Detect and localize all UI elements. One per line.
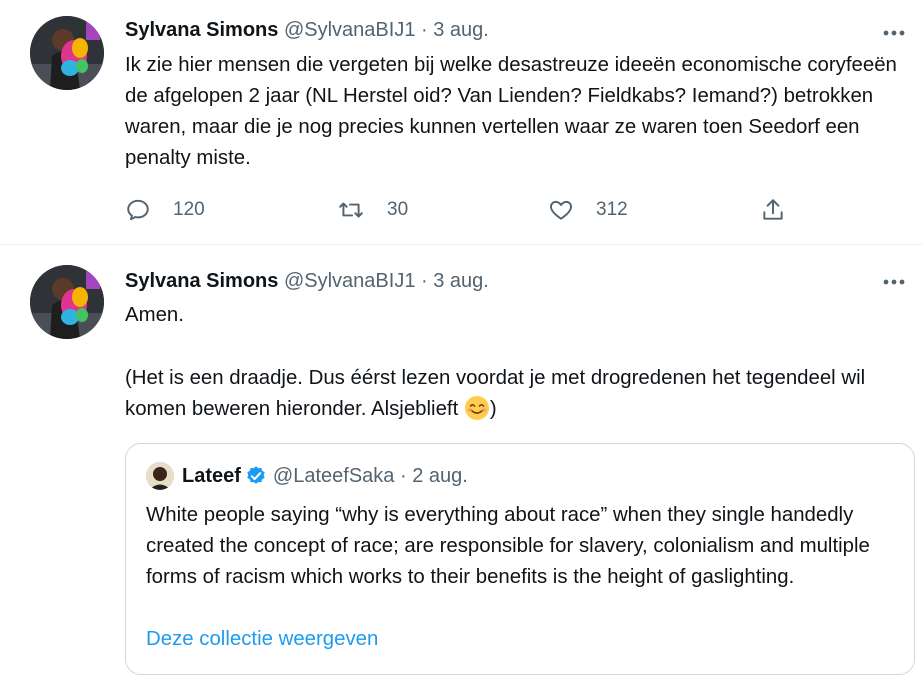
share-icon: [763, 199, 783, 220]
show-collection-link[interactable]: Deze collectie weergeven: [146, 628, 378, 651]
like-button[interactable]: 312: [548, 192, 628, 228]
tweet-text: (Het is een draadje. Dus éérst lezen voo…: [125, 363, 915, 425]
quoted-tweet-header: Lateef @LateefSaka · 2 aug.: [146, 462, 468, 490]
separator: ·: [399, 465, 407, 487]
tweet-header: Sylvana Simons @SylvanaBIJ1 · 3 aug.: [125, 16, 873, 44]
retweet-icon: [339, 202, 363, 218]
more-dots-icon[interactable]: [879, 267, 909, 297]
heart-icon: [550, 200, 572, 220]
author-name: Lateef: [182, 465, 241, 487]
avatar[interactable]: [30, 16, 104, 90]
smiling-face-emoji: [464, 395, 490, 421]
retweet-count: 30: [387, 199, 409, 220]
avatar: [146, 462, 174, 490]
reply-icon: [127, 199, 149, 221]
quoted-tweet-text: White people saying “why is everything a…: [146, 504, 870, 588]
separator: ·: [421, 270, 428, 292]
like-count: 312: [596, 199, 628, 220]
tweet-header: Sylvana Simons @SylvanaBIJ1 · 3 aug.: [125, 267, 873, 295]
tweet[interactable]: Sylvana Simons @SylvanaBIJ1 · 3 aug. Ik …: [0, 0, 923, 245]
quoted-tweet[interactable]: Lateef @LateefSaka · 2 aug. White people…: [125, 443, 915, 675]
reply-count: 120: [173, 199, 205, 220]
tweet-text: Ik zie hier mensen die vergeten bij welk…: [125, 54, 897, 169]
tweet[interactable]: Sylvana Simons @SylvanaBIJ1 · 3 aug. Ame…: [0, 245, 923, 675]
author-handle[interactable]: @SylvanaBIJ1: [284, 19, 415, 41]
tweet-text-end: ): [489, 398, 497, 420]
author-name[interactable]: Sylvana Simons: [125, 270, 278, 292]
author-handle[interactable]: @SylvanaBIJ1: [284, 270, 415, 292]
reply-button[interactable]: 120: [125, 192, 205, 228]
tweet-time[interactable]: 3 aug.: [433, 270, 489, 292]
tweet-time[interactable]: 3 aug.: [433, 19, 489, 41]
tweet-time: 2 aug.: [412, 465, 468, 487]
more-dots-icon[interactable]: [879, 18, 909, 48]
verified-badge-icon: [245, 465, 267, 487]
avatar[interactable]: [30, 265, 104, 339]
retweet-button[interactable]: 30: [337, 192, 408, 228]
author-name[interactable]: Sylvana Simons: [125, 19, 278, 41]
separator: ·: [421, 19, 428, 41]
tweet-text: Amen.: [125, 304, 184, 326]
tweet-actions: 120 30 312: [125, 192, 825, 228]
share-button[interactable]: [760, 192, 786, 228]
author-handle: @LateefSaka: [272, 465, 395, 487]
